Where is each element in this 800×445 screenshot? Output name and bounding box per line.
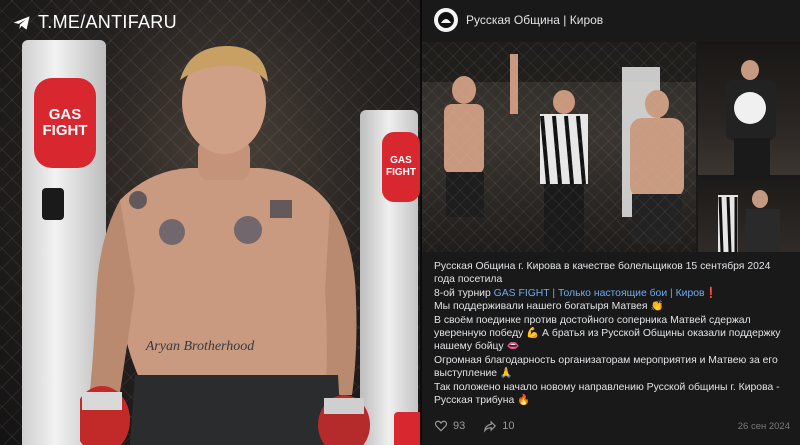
photo-gallery [422,42,800,252]
post-date: 26 сен 2024 [737,420,790,432]
share-button[interactable]: 10 [483,419,515,433]
post-line-5: Огромная благодарность организаторам мер… [434,354,778,380]
post-line-1: Русская Община г. Кирова в качестве боле… [434,261,771,286]
heart-icon [434,420,448,432]
gas-fight-side-banner: GAS FIGHT [382,132,420,202]
tournament-link[interactable]: GAS FIGHT | Только настоящие бои | Киров [494,288,705,299]
share-icon [484,420,497,433]
vk-post: Русская Община | Киров Русская Община г.… [422,0,800,445]
watermark-text: T.ME/ANTIFARU [38,12,177,32]
pad-dark-patch [42,188,64,220]
gallery-photo-main[interactable] [422,42,696,252]
side-banner-line2: FIGHT [386,167,416,178]
telegram-icon [13,15,30,30]
banner-line1: GAS [48,106,82,123]
post-header: Русская Община | Киров [434,8,603,32]
post-line-4: В своём поединке против достойного сопер… [434,314,781,353]
like-count: 93 [453,420,466,432]
gallery-photo-top-right[interactable] [698,42,800,175]
post-footer: 93 10 26 сен 2024 [434,418,790,434]
post-line-3: Мы поддерживали нашего богатыря Матвея 👏 [434,301,664,313]
fighter-photo: GAS FIGHT GAS FIGHT Aryan Brotherhood T.… [0,0,420,445]
post-text: Русская Община г. Кирова в качестве боле… [434,260,790,407]
pad-red-patch [394,412,420,445]
share-count: 10 [502,420,515,432]
community-logo-icon [438,12,454,28]
community-avatar[interactable] [434,8,458,32]
side-banner-line1: GAS [390,155,412,166]
fighter-figure: Aryan Brotherhood [80,45,370,445]
community-name[interactable]: Русская Община | Киров [466,13,603,27]
post-line-2: 8-ой турнир GAS FIGHT | Только настоящие… [434,287,718,299]
post-line-6: Так положено начало новому направлению Р… [434,381,780,407]
watermark: T.ME/ANTIFARU [12,12,177,33]
like-button[interactable]: 93 [434,419,465,433]
tattoo-text: Aryan Brotherhood [145,339,255,354]
gallery-photo-bottom-right[interactable] [698,177,800,252]
